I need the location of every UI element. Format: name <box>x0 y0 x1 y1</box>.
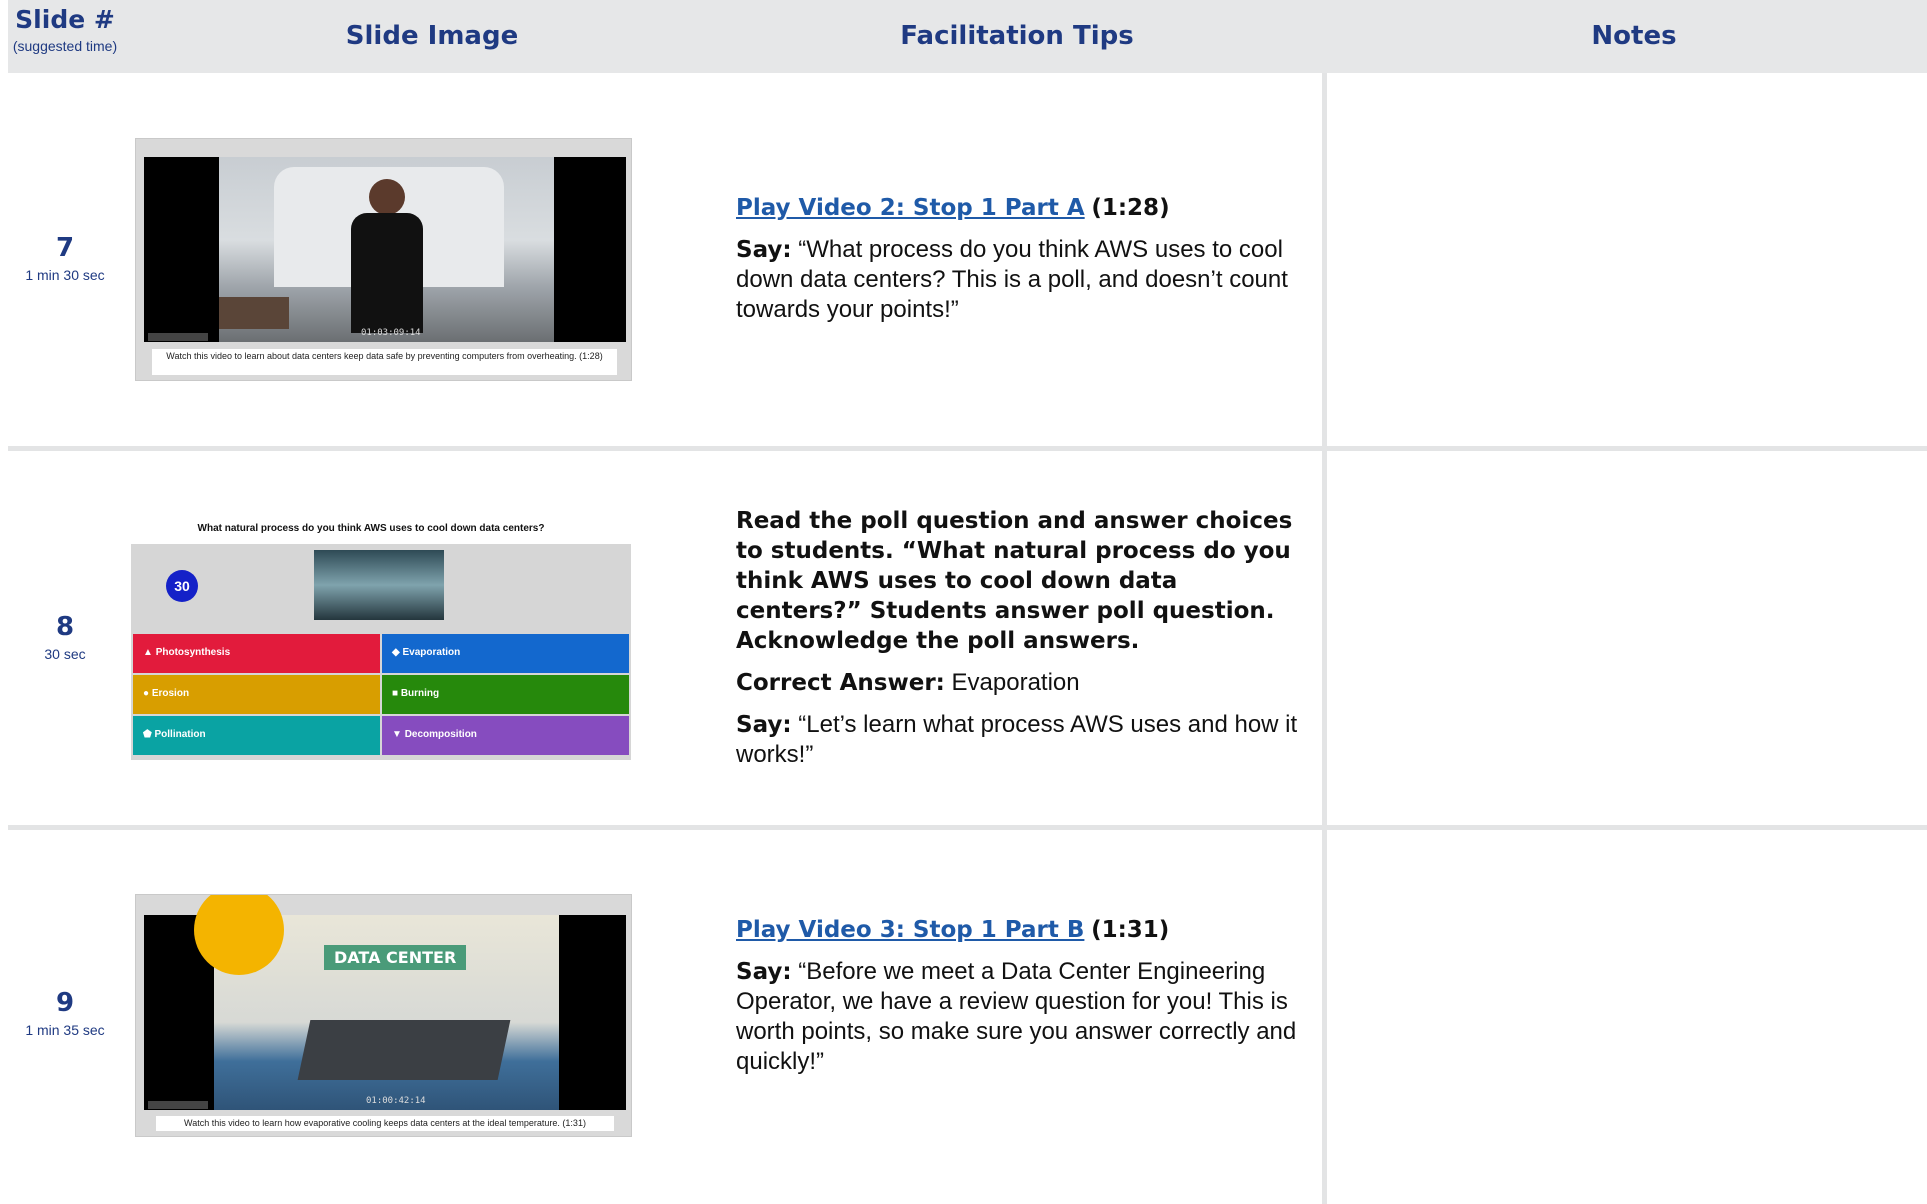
poll-question: What natural process do you think AWS us… <box>197 523 545 534</box>
correct-answer-text: Evaporation <box>951 669 1080 696</box>
data-center-label: DATA CENTER <box>324 945 467 970</box>
say-label: Say: <box>736 712 792 738</box>
correct-answer-label: Correct Answer: <box>736 670 945 696</box>
slide-image-column-header: Slide Image <box>345 21 519 51</box>
slide-number: 8 <box>55 612 75 642</box>
video-controls[interactable] <box>148 1101 208 1109</box>
slide-number: 7 <box>55 233 75 263</box>
video-timecode: 01:00:42:14 <box>366 1096 426 1106</box>
table-header: Slide # (suggested time) Slide Image Fac… <box>8 0 1927 73</box>
slide-number-header-subtitle: (suggested time) <box>12 38 118 54</box>
notes-column-header: Notes <box>1591 21 1677 51</box>
slide-number-cell: 7 1 min 30 sec <box>8 233 122 283</box>
row-divider <box>8 446 1927 451</box>
video-duration: (1:31) <box>1091 917 1170 943</box>
column-divider <box>1322 73 1327 1204</box>
play-video-link[interactable]: Play Video 2: Stop 1 Part A <box>736 195 1085 221</box>
say-label: Say: <box>736 237 792 263</box>
sun-graphic <box>194 895 284 975</box>
facilitation-tips-cell: Play Video 2: Stop 1 Part A (1:28) Say: … <box>736 193 1306 337</box>
video-controls[interactable] <box>148 333 208 341</box>
play-video-link[interactable]: Play Video 3: Stop 1 Part B <box>736 917 1084 943</box>
slide-duration: 1 min 35 sec <box>25 1022 105 1038</box>
slide-number-cell: 9 1 min 35 sec <box>8 988 122 1038</box>
row-divider <box>8 825 1927 830</box>
poll-timer: 30 <box>166 570 198 602</box>
answer-pollination[interactable]: ⬟ Pollination <box>133 716 380 755</box>
slide-number: 9 <box>55 988 75 1018</box>
facilitation-tips-cell: Play Video 3: Stop 1 Part B (1:31) Say: … <box>736 915 1306 1089</box>
say-label: Say: <box>736 959 792 985</box>
video-duration: (1:28) <box>1091 195 1170 221</box>
say-text: “Let’s learn what process AWS uses and h… <box>736 711 1298 768</box>
poll-instruction: Read the poll question and answer choice… <box>736 508 1293 654</box>
answer-decomposition[interactable]: ▼ Decomposition <box>382 716 629 755</box>
poll-area: 30 ▲ Photosynthesis ◆ Evaporation ● Eros… <box>131 544 631 760</box>
video-player[interactable]: 01:03:09:14 <box>144 157 626 342</box>
slide-number-cell: 8 30 sec <box>8 612 122 662</box>
presenter-head <box>369 179 405 215</box>
answer-photosynthesis[interactable]: ▲ Photosynthesis <box>133 634 380 673</box>
answer-evaporation[interactable]: ◆ Evaporation <box>382 634 629 673</box>
poll-image <box>314 550 444 620</box>
answer-erosion[interactable]: ● Erosion <box>133 675 380 714</box>
answer-burning[interactable]: ■ Burning <box>382 675 629 714</box>
video-caption: Watch this video to learn about data cen… <box>152 349 617 375</box>
say-text: “Before we meet a Data Center Engineerin… <box>736 958 1297 1075</box>
slide-thumbnail[interactable]: 01:03:09:14 Watch this video to learn ab… <box>135 138 632 381</box>
slide-thumbnail[interactable]: DATA CENTER 01:00:42:14 Watch this video… <box>135 894 632 1137</box>
slide-duration: 30 sec <box>44 646 86 662</box>
say-text: “What process do you think AWS uses to c… <box>736 236 1288 323</box>
video-scene <box>219 157 554 342</box>
video-caption: Watch this video to learn how evaporativ… <box>156 1116 614 1131</box>
slide-number-header-title: Slide # <box>15 5 115 34</box>
slide-thumbnail[interactable]: What natural process do you think AWS us… <box>131 512 631 760</box>
facilitation-tips-column-header: Facilitation Tips <box>900 21 1134 51</box>
facilitation-tips-cell: Read the poll question and answer choice… <box>736 506 1306 782</box>
slide-duration: 1 min 30 sec <box>25 267 105 283</box>
video-scene: DATA CENTER <box>194 895 559 1110</box>
slide-number-column-header: Slide # (suggested time) <box>8 0 122 73</box>
video-timecode: 01:03:09:14 <box>361 328 421 338</box>
presenter-body <box>351 213 423 333</box>
data-center-building <box>297 1020 511 1080</box>
video-player[interactable]: DATA CENTER 01:00:42:14 <box>144 895 626 1110</box>
